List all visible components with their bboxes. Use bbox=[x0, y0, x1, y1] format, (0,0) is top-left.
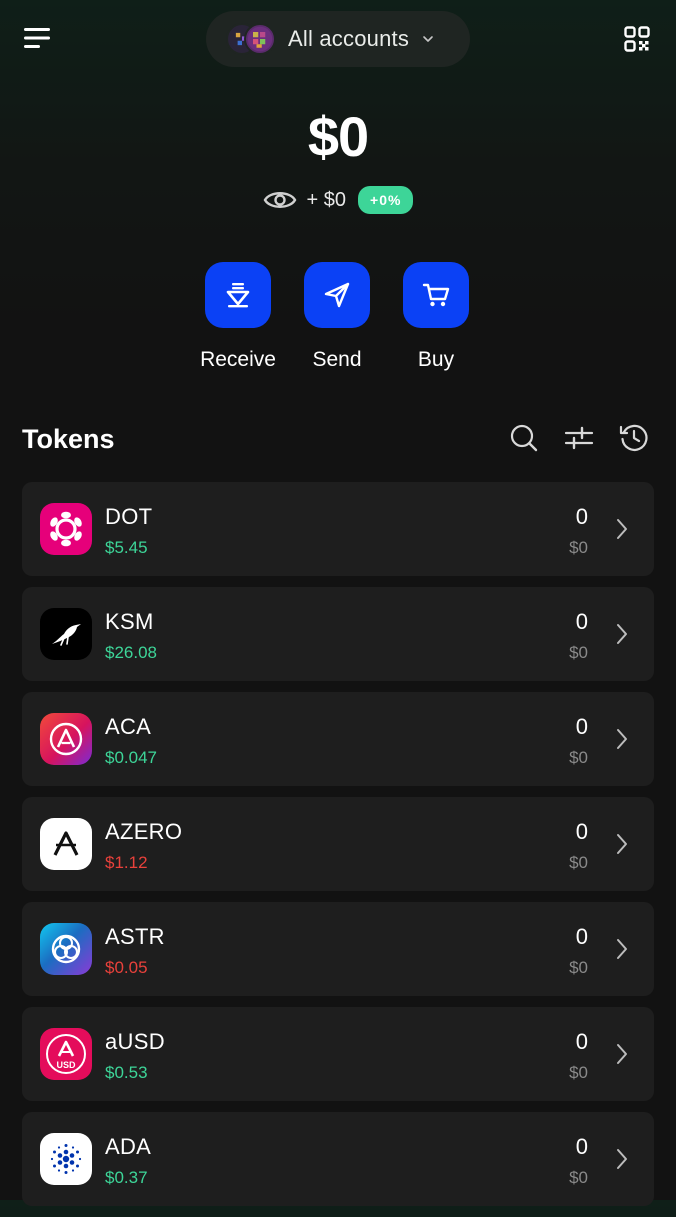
send-paper-plane-icon bbox=[324, 282, 350, 308]
token-price: $1.12 bbox=[105, 853, 148, 872]
token-price: $0.37 bbox=[105, 1168, 148, 1187]
receive-download-icon bbox=[226, 283, 250, 308]
token-symbol: DOT bbox=[105, 504, 153, 529]
token-symbol: aUSD bbox=[105, 1029, 165, 1054]
tokens-header: Tokens bbox=[22, 420, 654, 460]
balance-change-row: + $0 +0% bbox=[0, 186, 676, 214]
hamburger-menu-icon[interactable] bbox=[24, 26, 52, 50]
send-label: Send bbox=[312, 348, 362, 371]
token-row-dot[interactable]: DOT $5.45 0 $0 bbox=[22, 482, 654, 576]
cardano-logo-icon bbox=[40, 1133, 92, 1185]
chevron-right-icon bbox=[617, 834, 627, 854]
token-price: $5.45 bbox=[105, 538, 148, 557]
chevron-right-icon bbox=[617, 624, 627, 644]
aleph-zero-logo-icon bbox=[40, 818, 92, 870]
token-fiat-value: $0 bbox=[569, 643, 588, 662]
token-list: DOT $5.45 0 $0 KSM $26.08 0 $0 ACA $0.04… bbox=[22, 482, 654, 1217]
token-symbol: AZERO bbox=[105, 819, 183, 844]
ausd-logo-icon: USD bbox=[40, 1028, 92, 1080]
receive-button[interactable]: Receive bbox=[188, 262, 288, 372]
total-balance: $0 bbox=[307, 105, 369, 168]
token-row-ada[interactable]: ADA $0.37 0 $0 bbox=[22, 1112, 654, 1206]
account-avatars bbox=[226, 21, 284, 57]
send-button[interactable]: Send bbox=[287, 262, 387, 372]
avatar bbox=[244, 23, 276, 55]
token-symbol: ADA bbox=[105, 1134, 152, 1159]
shopping-cart-icon bbox=[422, 283, 450, 307]
chevron-right-icon bbox=[617, 729, 627, 749]
balance-change-badge: +0% bbox=[358, 186, 414, 214]
tokens-title: Tokens bbox=[22, 424, 115, 454]
buy-button[interactable]: Buy bbox=[386, 262, 486, 372]
token-amount: 0 bbox=[575, 819, 588, 844]
astar-logo-icon bbox=[40, 923, 92, 975]
token-amount: 0 bbox=[575, 609, 588, 634]
token-symbol: ACA bbox=[105, 714, 152, 739]
token-row-aca[interactable]: ACA $0.047 0 $0 bbox=[22, 692, 654, 786]
token-amount: 0 bbox=[575, 1134, 588, 1159]
token-price: $0.047 bbox=[105, 748, 157, 767]
token-fiat-value: $0 bbox=[569, 538, 588, 557]
token-row-astr[interactable]: ASTR $0.05 0 $0 bbox=[22, 902, 654, 996]
receive-label: Receive bbox=[200, 348, 276, 371]
account-selector-label: All accounts bbox=[288, 26, 410, 51]
token-symbol: KSM bbox=[105, 609, 154, 634]
chevron-right-icon bbox=[617, 1149, 627, 1169]
chevron-right-icon bbox=[617, 1044, 627, 1064]
token-fiat-value: $0 bbox=[569, 1063, 588, 1082]
token-fiat-value: $0 bbox=[569, 748, 588, 767]
balance-change-value: + $0 bbox=[306, 188, 347, 211]
polkadot-logo-icon bbox=[40, 503, 92, 555]
qr-scan-icon[interactable] bbox=[624, 26, 650, 52]
token-amount: 0 bbox=[575, 1029, 588, 1054]
history-icon[interactable] bbox=[618, 422, 650, 454]
token-fiat-value: $0 bbox=[569, 1168, 588, 1187]
token-fiat-value: $0 bbox=[569, 958, 588, 977]
top-bar: All accounts bbox=[0, 0, 676, 80]
kusama-logo-icon bbox=[40, 608, 92, 660]
account-selector[interactable]: All accounts bbox=[206, 11, 470, 67]
buy-label: Buy bbox=[417, 348, 455, 371]
token-row-azero[interactable]: AZERO $1.12 0 $0 bbox=[22, 797, 654, 891]
token-amount: 0 bbox=[575, 504, 588, 529]
token-price: $0.53 bbox=[105, 1063, 148, 1082]
acala-logo-icon bbox=[40, 713, 92, 765]
quick-actions: Receive Send Buy bbox=[0, 262, 676, 382]
token-row-ksm[interactable]: KSM $26.08 0 $0 bbox=[22, 587, 654, 681]
token-symbol: ASTR bbox=[105, 924, 165, 949]
token-price: $0.05 bbox=[105, 958, 148, 977]
eye-icon[interactable] bbox=[263, 188, 297, 212]
token-price: $26.08 bbox=[105, 643, 157, 662]
token-amount: 0 bbox=[575, 924, 588, 949]
token-row-ausd[interactable]: USD aUSD $0.53 0 $0 bbox=[22, 1007, 654, 1101]
token-fiat-value: $0 bbox=[569, 853, 588, 872]
chevron-right-icon bbox=[617, 939, 627, 959]
token-amount: 0 bbox=[575, 714, 588, 739]
search-icon[interactable] bbox=[508, 422, 540, 454]
ausd-logo-text: USD bbox=[56, 1060, 76, 1070]
filter-sliders-icon[interactable] bbox=[563, 422, 595, 454]
chevron-down-icon bbox=[423, 36, 433, 42]
chevron-right-icon bbox=[617, 519, 627, 539]
